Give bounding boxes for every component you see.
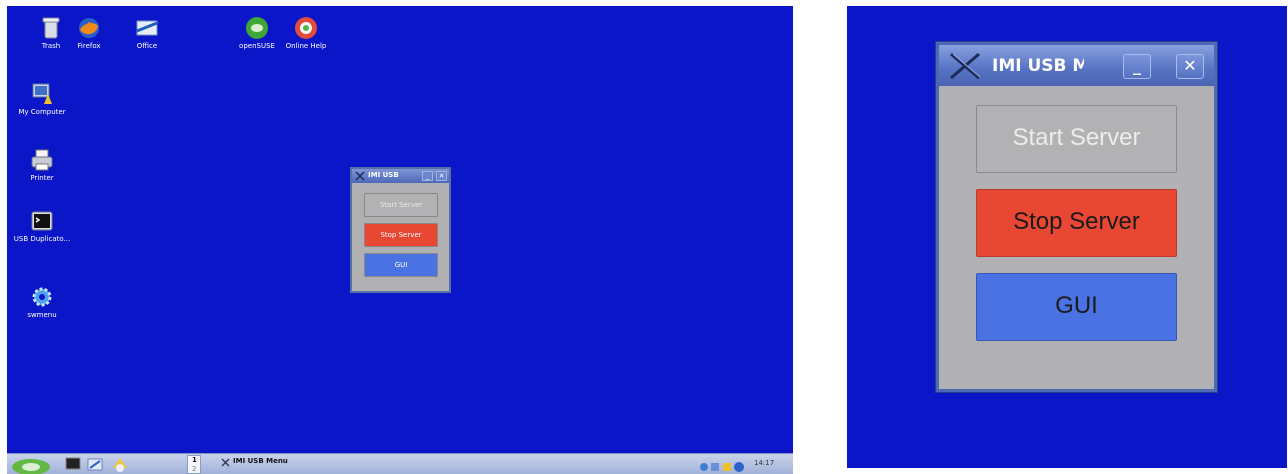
stop-server-button[interactable]: Stop Server <box>364 223 438 247</box>
folder-icon[interactable] <box>111 456 129 473</box>
desktop-icon-label: Firefox <box>77 42 101 50</box>
desktop-icon-my-computer[interactable]: My Computer <box>12 82 72 116</box>
app-x-icon <box>221 458 230 467</box>
desktop-icon-online-help[interactable]: Online Help <box>276 16 336 50</box>
desktop-icon-label: Office <box>136 42 158 50</box>
gui-button[interactable]: GUI <box>976 273 1177 341</box>
start-server-button[interactable]: Start Server <box>976 105 1177 173</box>
minimize-button[interactable]: _ <box>1123 54 1151 79</box>
start-server-button[interactable]: Start Server <box>364 193 438 217</box>
stop-server-button[interactable]: Stop Server <box>976 189 1177 257</box>
desktop-icon-firefox[interactable]: Firefox <box>59 16 119 50</box>
start-menu-icon[interactable] <box>11 455 51 474</box>
tray-icons[interactable] <box>699 461 745 473</box>
terminal-icon[interactable] <box>65 457 81 472</box>
workspace-pager[interactable]: 1 2 <box>187 455 201 474</box>
clock: 14:17 <box>754 459 775 467</box>
zoomed-view: IMI USB M _ ✕ Start Server Stop Server G… <box>847 6 1287 468</box>
window-titlebar[interactable]: IMI USB _ ✕ <box>352 169 449 183</box>
imi-usb-window-small[interactable]: IMI USB _ ✕ Start Server Stop Server GUI <box>350 167 451 293</box>
desktop-icon-swmenu[interactable]: swmenu <box>12 285 72 319</box>
imi-usb-window[interactable]: IMI USB M _ ✕ Start Server Stop Server G… <box>936 42 1217 392</box>
desktop-icon-printer[interactable]: Printer <box>12 148 72 182</box>
gui-button[interactable]: GUI <box>364 253 438 277</box>
workspace-1[interactable]: 1 <box>192 456 197 464</box>
desktop-icon-label: My Computer <box>18 108 66 116</box>
help-icon <box>295 17 317 39</box>
window-titlebar[interactable]: IMI USB M _ ✕ <box>939 45 1214 86</box>
app-x-icon <box>950 52 981 80</box>
desktop-icon-office[interactable]: Office <box>117 16 177 50</box>
network-icon[interactable] <box>87 457 103 472</box>
desktop-icon-label: Printer <box>30 174 54 182</box>
gear-icon <box>32 287 52 307</box>
close-button[interactable]: ✕ <box>1176 54 1204 79</box>
office-icon <box>136 20 158 36</box>
desktop-icon-label: Online Help <box>285 42 327 50</box>
desktop-icon-label: swmenu <box>27 311 57 319</box>
firefox-icon <box>79 18 99 38</box>
minimize-button[interactable]: _ <box>422 171 433 181</box>
workspace-2[interactable]: 2 <box>192 465 196 473</box>
terminal-icon <box>31 211 53 231</box>
desktop-icon-label: USB Duplicato... <box>13 235 71 243</box>
desktop-icon-usb-duplicator[interactable]: USB Duplicato... <box>12 209 72 243</box>
system-tray <box>699 458 745 474</box>
window-title: IMI USB <box>368 171 399 179</box>
printer-icon <box>31 149 53 171</box>
task-imi-usb-menu[interactable]: IMI USB Menu <box>233 457 288 465</box>
opensuse-icon <box>246 17 268 39</box>
close-button[interactable]: ✕ <box>436 171 447 181</box>
app-x-icon <box>355 171 365 181</box>
taskbar: 1 2 IMI USB Menu 14:17 <box>7 453 793 474</box>
computer-icon <box>32 83 52 104</box>
window-title: IMI USB M <box>992 56 1084 76</box>
desktop: Trash Firefox Office openSUSE Online Hel… <box>7 6 793 474</box>
